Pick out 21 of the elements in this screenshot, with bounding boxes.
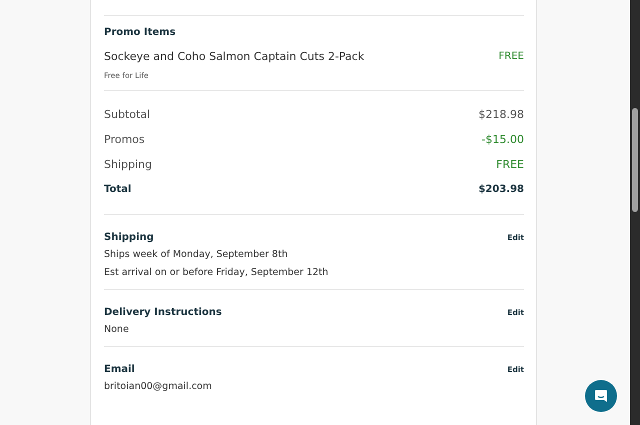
- summary-amount: $203.98: [478, 184, 524, 195]
- chat-button[interactable]: [585, 380, 617, 412]
- summary-amount: $218.98: [478, 108, 524, 121]
- info-line: None: [104, 324, 130, 336]
- chat-bubble-icon: [594, 389, 608, 403]
- summary-label: Total: [104, 184, 132, 195]
- info-line: britoian00@gmail.com: [104, 381, 213, 393]
- scrollbar[interactable]: [630, 0, 640, 425]
- promo-item-name: Sockeye and Coho Salmon Captain Cuts 2-Pack: [104, 50, 364, 63]
- section-heading: Shipping: [104, 232, 154, 243]
- info-line: Ships week of Monday, September 8th: [104, 249, 289, 261]
- summary-amount: -$15.00: [482, 133, 524, 146]
- section-heading: Delivery Instructions: [104, 307, 222, 318]
- section-heading: Promo Items: [104, 27, 177, 38]
- section-heading: Email: [104, 364, 135, 375]
- info-line: Est arrival on or before Friday, September 12th: [104, 267, 330, 279]
- summary-label: Shipping: [104, 158, 152, 171]
- summary-amount: FREE: [496, 158, 524, 171]
- summary-label: Subtotal: [104, 108, 150, 121]
- promo-item-price: FREE: [498, 51, 524, 62]
- summary-label: Promos: [104, 133, 145, 146]
